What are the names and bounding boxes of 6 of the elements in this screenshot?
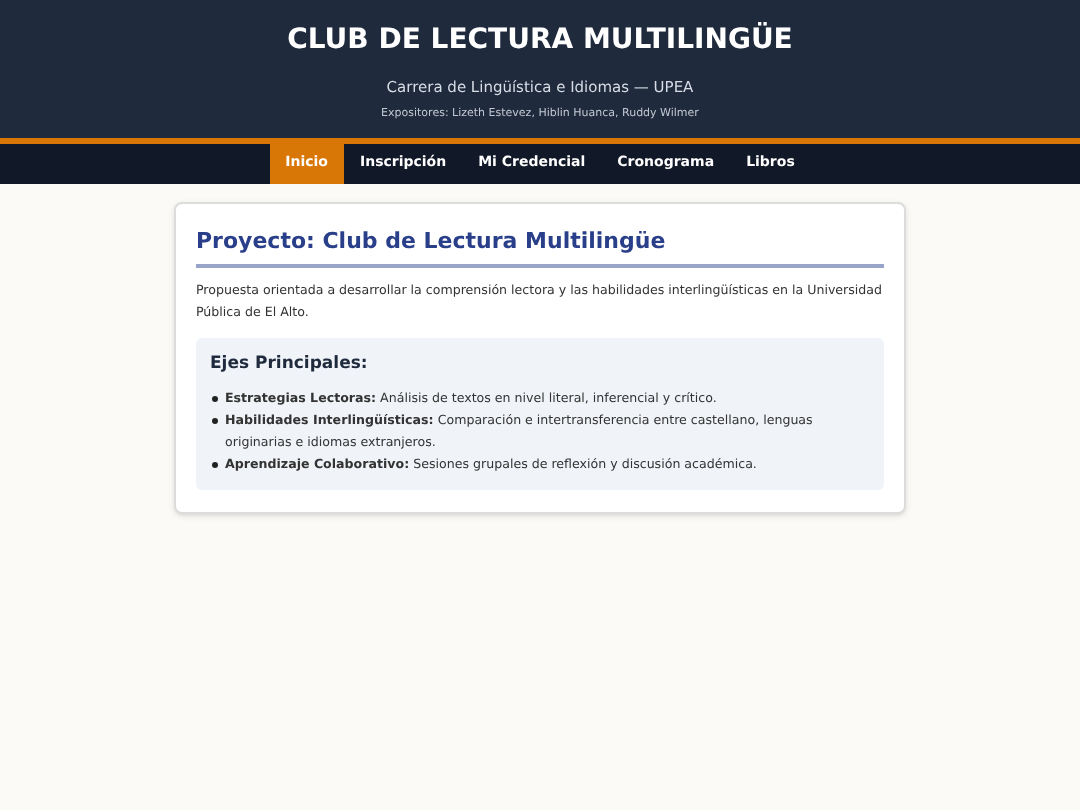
bullet-icon — [212, 462, 217, 468]
card-title: Proyecto: Club de Lectura Multilingüe — [196, 225, 884, 268]
bullet-icon — [212, 396, 217, 402]
site-title: CLUB DE LECTURA MULTILINGÜE — [287, 22, 793, 58]
bullet-icon — [212, 418, 217, 424]
axes-heading: Ejes Principales: — [210, 352, 370, 378]
